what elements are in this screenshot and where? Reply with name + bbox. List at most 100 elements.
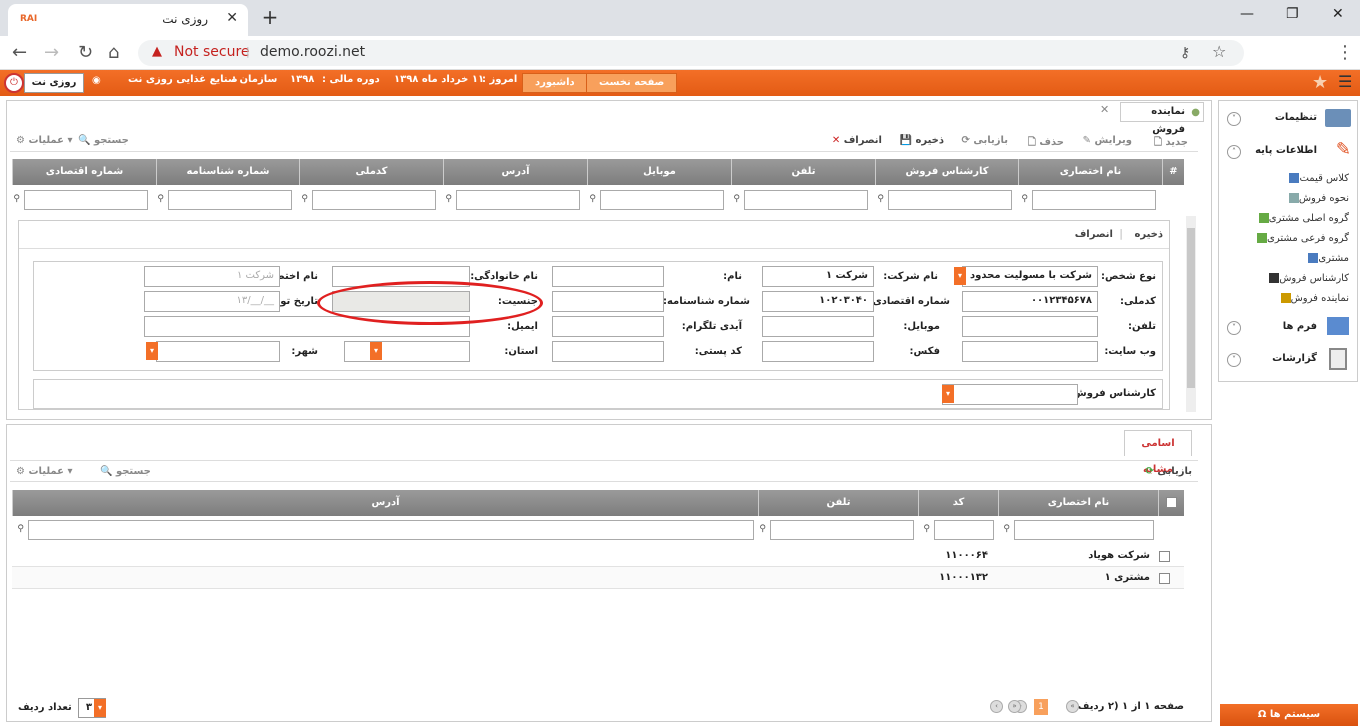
dropdown-arrow-icon[interactable]: ▾ <box>942 385 954 403</box>
dropdown-arrow-icon[interactable]: ▾ <box>146 342 158 360</box>
tab-similar-names[interactable]: اسامی مشابه <box>1124 430 1192 475</box>
economic-no-field[interactable]: ۱۰۲۰۳۰۴۰ <box>762 291 874 312</box>
chevron-up-icon[interactable]: ˄ <box>1227 145 1241 159</box>
grid-col-header[interactable]: نام اختصاری <box>1018 159 1162 185</box>
fax-field[interactable] <box>762 341 874 362</box>
last-page-icon[interactable]: » <box>1008 700 1021 713</box>
restore-icon[interactable]: ❐ <box>1286 6 1299 22</box>
sidebar-group-basic-info[interactable]: اطلاعات پایه <box>1255 145 1317 156</box>
hamburger-menu-icon[interactable]: ☰ <box>1338 72 1352 91</box>
minimize-icon[interactable]: — <box>1240 6 1254 22</box>
sidebar-group-forms[interactable]: فرم ها <box>1283 321 1317 332</box>
similar-search-button[interactable]: جستجو 🔍 <box>100 466 151 477</box>
similar-restore-button[interactable]: بازیابی ⟳ <box>1145 466 1192 477</box>
form-save-button[interactable]: ذخیره <box>1134 229 1163 240</box>
chevron-down-icon[interactable]: ˅ <box>1227 112 1241 126</box>
grid-col-header[interactable]: کارشناس فروش <box>875 159 1018 185</box>
new-tab-button[interactable]: + <box>256 6 284 30</box>
sidebar-item-main-group[interactable]: گروه اصلی مشتری <box>1256 213 1349 224</box>
first-page-icon[interactable]: ‹ <box>990 700 1003 713</box>
dropdown-arrow-icon[interactable]: ▾ <box>370 342 382 360</box>
filter-icon[interactable]: ⚲ <box>157 194 164 204</box>
filter-input[interactable] <box>770 520 914 540</box>
new-button[interactable]: جدید 🗋 <box>1154 135 1188 152</box>
id-no-field[interactable] <box>552 291 664 312</box>
select-all-checkbox[interactable] <box>1158 490 1184 516</box>
browser-menu-icon[interactable]: ⋮ <box>1336 42 1354 63</box>
sidebar-item-sub-group[interactable]: گروه فرعی مشتری <box>1254 233 1349 244</box>
table-row[interactable]: شرکت هویاد ۱۱۰۰۰۶۴ <box>12 545 1184 567</box>
restore-button[interactable]: بازیابی ⟳ <box>961 135 1008 146</box>
grid-col-header[interactable]: تلفن <box>731 159 875 185</box>
cancel-button[interactable]: انصراف ✕ <box>832 135 882 146</box>
sidebar-group-settings[interactable]: تنظیمات <box>1275 112 1317 123</box>
telegram-field[interactable] <box>552 316 664 337</box>
tab-sales-rep[interactable]: نماینده فروش ● <box>1120 102 1204 135</box>
reload-icon[interactable]: ↻ <box>78 42 93 63</box>
sales-expert-select[interactable] <box>942 384 1078 405</box>
operations-button[interactable]: ▾ عملیات ⚙ <box>16 135 72 146</box>
grid-col-header[interactable]: آدرس <box>443 159 587 185</box>
dashboard-button[interactable]: داشبورد <box>522 73 588 93</box>
person-type-select[interactable]: شرکت با مسولیت محدود <box>962 266 1098 287</box>
postal-code-field[interactable] <box>552 341 664 362</box>
filter-input[interactable] <box>168 190 292 210</box>
filter-icon[interactable]: ⚲ <box>17 524 24 534</box>
close-window-icon[interactable]: ✕ <box>1332 6 1344 22</box>
previous-page-icon[interactable]: « <box>1066 700 1079 713</box>
sidebar-item-price-class[interactable]: کلاس قیمت <box>1286 173 1349 184</box>
bookmark-star-icon[interactable]: ☆ <box>1212 42 1226 61</box>
systems-button[interactable]: سیستم ها Ω <box>1220 704 1358 726</box>
mobile-field[interactable] <box>762 316 874 337</box>
back-icon[interactable]: ← <box>12 42 27 63</box>
filter-icon[interactable]: ⚲ <box>589 194 596 204</box>
filter-icon[interactable]: ⚲ <box>445 194 452 204</box>
row-checkbox[interactable] <box>1159 573 1170 584</box>
home-icon[interactable]: ⌂ <box>108 42 119 63</box>
grid-col-header[interactable]: کدملی <box>299 159 443 185</box>
short-name-field[interactable]: شرکت ۱ <box>144 266 280 287</box>
current-page[interactable]: 1 <box>1034 699 1048 715</box>
filter-input[interactable] <box>312 190 436 210</box>
filter-icon[interactable]: ⚲ <box>877 194 884 204</box>
national-code-field[interactable]: ۰۰۱۲۳۴۵۶۷۸ <box>962 291 1098 312</box>
favorites-star-icon[interactable]: ★ <box>1312 72 1328 93</box>
grid-col-header[interactable]: شماره شناسنامه <box>156 159 299 185</box>
close-tab-icon[interactable]: ✕ <box>226 10 238 26</box>
filter-icon[interactable]: ⚲ <box>733 194 740 204</box>
filter-icon[interactable]: ⚲ <box>1021 194 1028 204</box>
filter-input[interactable] <box>24 190 148 210</box>
city-select[interactable] <box>156 341 280 362</box>
chevron-down-icon[interactable]: ˅ <box>1227 353 1241 367</box>
filter-input[interactable] <box>456 190 580 210</box>
sidebar-group-reports[interactable]: گزارشات <box>1272 353 1317 364</box>
forward-icon[interactable]: → <box>44 42 59 63</box>
filter-input[interactable] <box>1014 520 1154 540</box>
form-cancel-button[interactable]: انصراف <box>1075 229 1113 240</box>
similar-col-header[interactable]: کد <box>918 490 998 516</box>
website-field[interactable] <box>962 341 1098 362</box>
dropdown-arrow-icon[interactable]: ▾ <box>94 699 106 717</box>
sidebar-item-sales-rep[interactable]: نماینده فروش <box>1278 293 1349 304</box>
user-box[interactable]: روزی نت <box>24 73 84 93</box>
key-icon[interactable]: ⚷ <box>1180 45 1190 61</box>
similar-col-header[interactable]: نام اختصاری <box>998 490 1158 516</box>
first-name-field[interactable] <box>552 266 664 287</box>
filter-input[interactable] <box>1032 190 1156 210</box>
grid-col-header[interactable]: موبایل <box>587 159 731 185</box>
filter-input[interactable] <box>28 520 754 540</box>
sidebar-item-customer[interactable]: مشتری <box>1305 253 1349 264</box>
filter-icon[interactable]: ⚲ <box>13 194 20 204</box>
filter-icon[interactable]: ⚲ <box>923 524 930 534</box>
vertical-scrollbar[interactable] <box>1186 216 1196 412</box>
filter-icon[interactable]: ⚲ <box>1003 524 1010 534</box>
company-name-field[interactable]: شرکت ۱ <box>762 266 874 287</box>
search-button[interactable]: جستجو 🔍 <box>78 135 129 146</box>
url-field[interactable]: ▲ Not secure | demo.roozi.net <box>138 40 1244 66</box>
browser-tab[interactable]: RAI روزی نت ✕ <box>8 4 248 36</box>
grid-col-header[interactable]: شماره اقتصادی <box>12 159 156 185</box>
table-row[interactable]: مشتری ۱ ۱۱۰۰۰۱۳۲ <box>12 567 1184 589</box>
sidebar-item-sales-expert[interactable]: کارشناس فروش <box>1266 273 1349 284</box>
birth-date-field[interactable]: __/__/۱۳ <box>144 291 280 312</box>
home-page-button[interactable]: صفحه نخست <box>586 73 678 93</box>
